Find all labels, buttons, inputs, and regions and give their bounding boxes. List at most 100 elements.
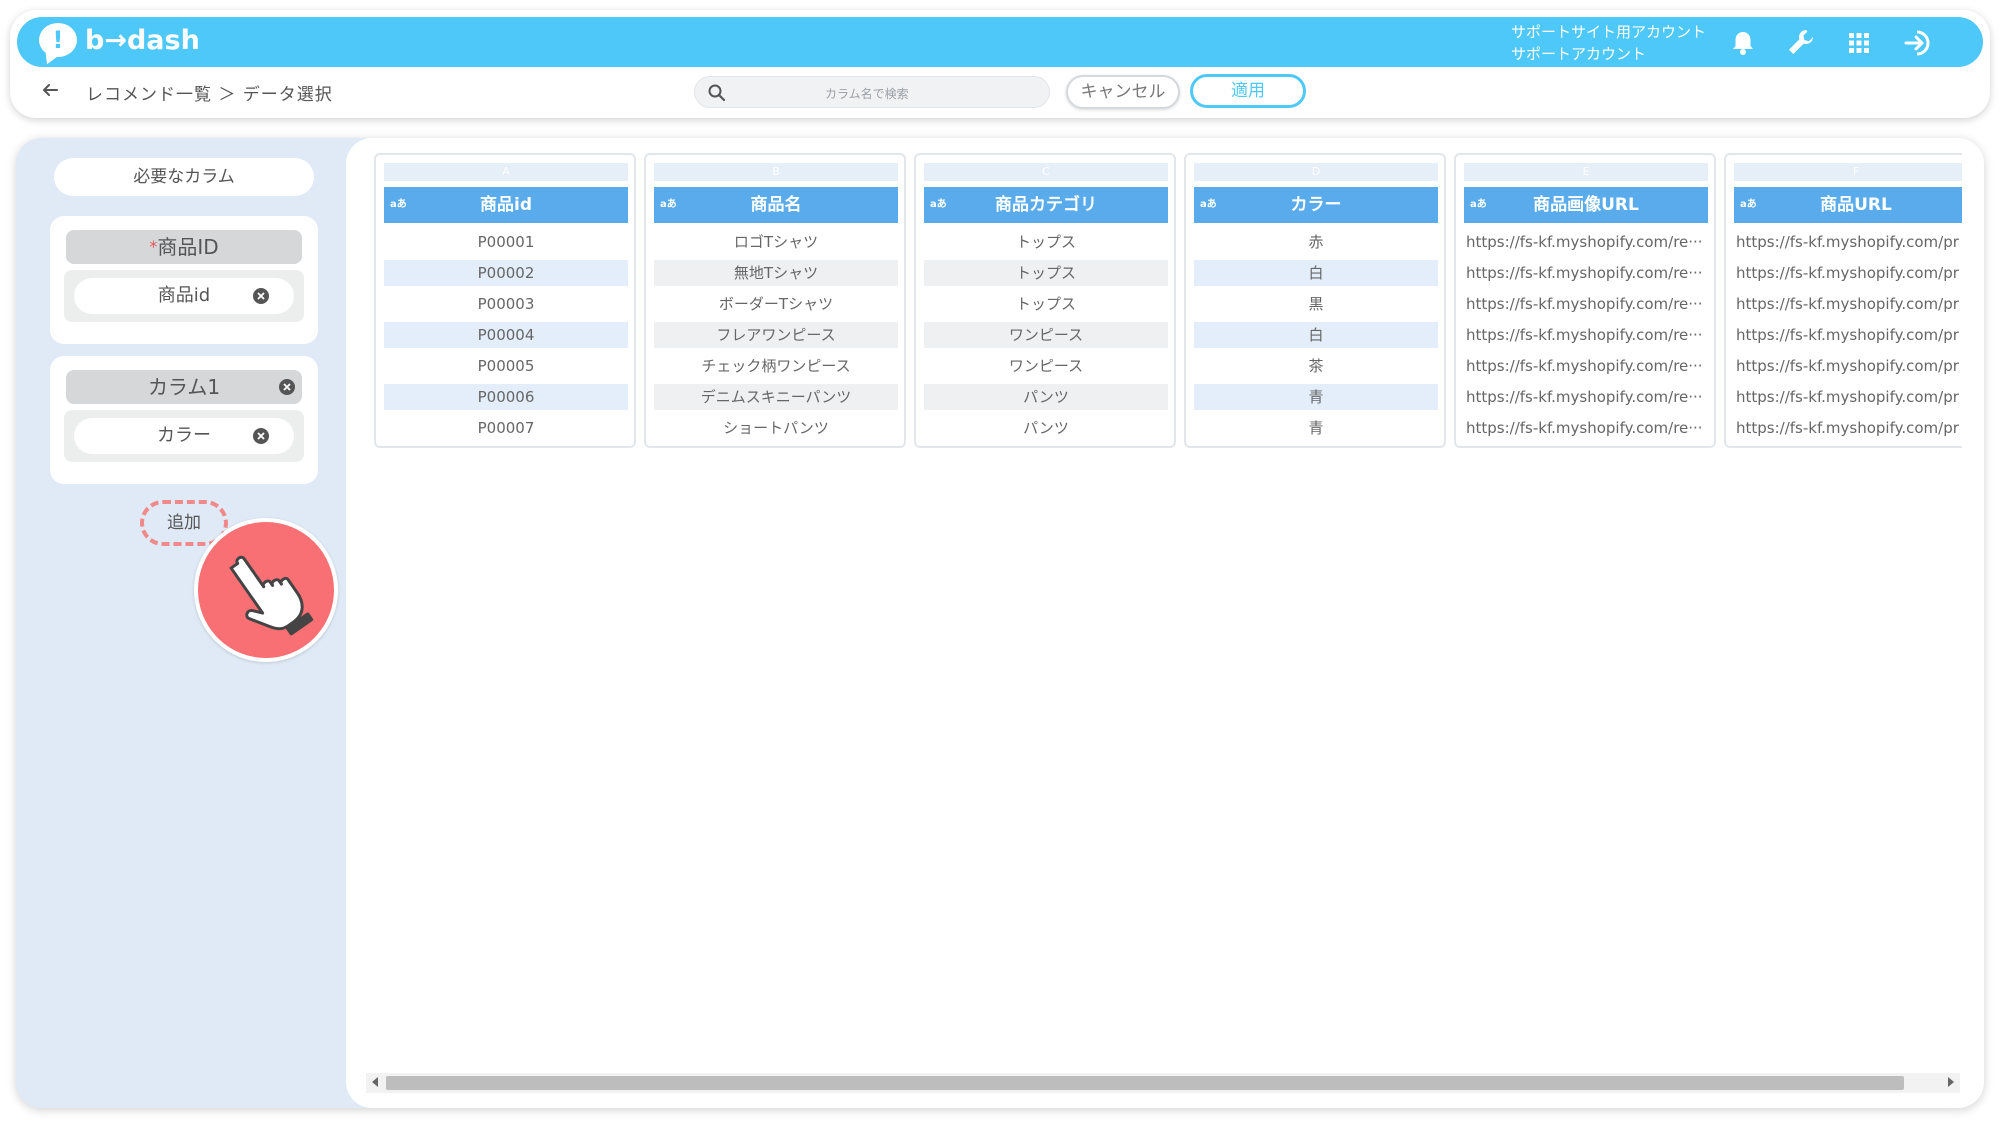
text-type-icon: aあ (1470, 199, 1487, 210)
column-header-label: 商品名 (750, 195, 802, 215)
table-cell: 茶 (1308, 357, 1324, 375)
pointer-hand-icon (194, 518, 338, 662)
column-header-label: 商品画像URL (1533, 195, 1639, 215)
scroll-left-arrow[interactable] (372, 1077, 378, 1087)
apply-button[interactable]: 適用 (1190, 74, 1306, 108)
column-header[interactable]: aあ 商品カテゴリ (924, 187, 1168, 223)
table-cell: トップス (1015, 233, 1076, 251)
data-column[interactable]: Eaあ 商品画像URL https://fs-kf.myshopify.com/re… (1454, 153, 1716, 448)
column-header-label: 商品カテゴリ (995, 195, 1097, 215)
text-type-icon: aあ (1740, 199, 1757, 210)
table-cell: 白 (1194, 260, 1438, 286)
table-cell: P00001 (477, 233, 535, 251)
column-letter: D (1194, 163, 1438, 181)
column-header[interactable]: aあ 商品画像URL (1464, 187, 1708, 223)
table-cell: https://fs-kf.myshopify.com/pr (1736, 388, 1959, 406)
column-header-label: カラー (1290, 195, 1342, 215)
text-type-icon: aあ (1200, 199, 1217, 210)
table-cell: https://fs-kf.myshopify.com/pr (1736, 419, 1959, 437)
scroll-right-arrow[interactable] (1948, 1077, 1954, 1087)
logout-icon[interactable] (1903, 27, 1935, 59)
table-cell: トップス (1015, 295, 1076, 313)
scroll-thumb[interactable] (386, 1076, 1904, 1090)
data-column[interactable]: Faあ 商品URL https://fs-kf.myshopify.com/pr ht… (1724, 153, 1962, 448)
data-column[interactable]: Aaあ 商品id P00001 P00002 P00003 P00004 P00005 P00… (374, 153, 636, 448)
table-cell: https://fs-kf.myshopify.com/re··· (1466, 295, 1703, 313)
field-label-product-id: *商品ID (66, 230, 302, 264)
table-cell: https://fs-kf.myshopify.com/pr (1736, 326, 1959, 344)
table-cell: デニムスキニーパンツ (654, 384, 898, 410)
table-cell: ボーダーTシャツ (718, 295, 834, 313)
back-arrow-icon[interactable] (40, 80, 60, 100)
column-header[interactable]: aあ 商品id (384, 187, 628, 223)
horizontal-scrollbar[interactable] (366, 1073, 1960, 1093)
logo-text: b→dash (85, 24, 200, 56)
table-cell: P00005 (477, 357, 535, 375)
remove-field-icon[interactable] (278, 378, 296, 396)
table-cell: https://fs-kf.myshopify.com/re··· (1466, 233, 1703, 251)
text-type-icon: aあ (930, 199, 947, 210)
table-cell: https://fs-kf.myshopify.com/pr (1736, 295, 1959, 313)
table-cell: トップス (924, 260, 1168, 286)
table-cell: 青 (1194, 384, 1438, 410)
table-cell: P00004 (384, 322, 628, 348)
bell-icon[interactable] (1727, 27, 1759, 59)
column-letter: C (924, 163, 1168, 181)
table-cell: ショートパンツ (723, 419, 829, 437)
data-column[interactable]: Daあ カラー赤白黒白茶青青 (1184, 153, 1446, 448)
wrench-icon[interactable] (1785, 27, 1817, 59)
search-icon (708, 84, 726, 102)
remove-icon[interactable] (252, 427, 270, 445)
search-placeholder: カラム名で検索 (825, 87, 909, 101)
logo[interactable]: ! b→dash (39, 23, 200, 57)
table-cell: 赤 (1308, 233, 1324, 251)
data-column[interactable]: Baあ 商品名ロゴTシャツ無地TシャツボーダーTシャツフレアワンピースチェック柄ワ… (644, 153, 906, 448)
column-header[interactable]: aあ カラー (1194, 187, 1438, 223)
account-info[interactable]: サポートサイト用アカウント サポートアカウント (1511, 21, 1706, 65)
field-value-slot: 商品id (64, 270, 304, 322)
column-header[interactable]: aあ 商品URL (1734, 187, 1962, 223)
column-letter: B (654, 163, 898, 181)
field-label-column1: カラム1 (66, 370, 302, 404)
text-type-icon: aあ (390, 199, 407, 210)
required-columns-title: 必要なカラム (54, 158, 314, 196)
table-cell: 無地Tシャツ (654, 260, 898, 286)
remove-icon[interactable] (252, 287, 270, 305)
table-cell: https://fs-kf.myshopify.com/re··· (1466, 357, 1703, 375)
grid-icon[interactable] (1843, 27, 1875, 59)
table-cell: P00007 (477, 419, 535, 437)
data-column[interactable]: Caあ 商品カテゴリ トップス トップス トップス ワンピース ワンピース パンツ パンツ (914, 153, 1176, 448)
table-cell: https://fs-kf.myshopify.com/re··· (1466, 326, 1703, 344)
column-header-label: 商品URL (1820, 195, 1892, 215)
column-table: Aaあ 商品id P00001 P00002 P00003 P00004 P00005 P00… (374, 153, 1962, 449)
text-type-icon: aあ (660, 199, 677, 210)
field-card-product-id: *商品ID 商品id (50, 216, 318, 344)
table-cell: P00006 (384, 384, 628, 410)
cancel-button[interactable]: キャンセル (1066, 75, 1180, 109)
toolbar: レコメンド一覧 ＞ データ選択 カラム名で検索 キャンセル 適用 (10, 74, 1990, 114)
column-header[interactable]: aあ 商品名 (654, 187, 898, 223)
account-line1: サポートサイト用アカウント (1511, 23, 1707, 41)
table-cell: フレアワンピース (654, 322, 898, 348)
table-cell: パンツ (1023, 419, 1069, 437)
table-cell: ロゴTシャツ (733, 233, 819, 251)
table-cell: 白 (1194, 322, 1438, 348)
search-input[interactable]: カラム名で検索 (694, 76, 1050, 108)
table-cell: 黒 (1308, 295, 1324, 313)
field-card-column1: カラム1 カラー (50, 356, 318, 484)
table-cell: https://fs-kf.myshopify.com/re··· (1466, 264, 1703, 282)
table-cell: P00003 (477, 295, 535, 313)
table-cell: https://fs-kf.myshopify.com/re··· (1466, 419, 1703, 437)
table-cell: ワンピース (924, 322, 1168, 348)
table-cell: ワンピース (1008, 357, 1084, 375)
table-cell: https://fs-kf.myshopify.com/pr (1736, 357, 1959, 375)
column-letter: A (384, 163, 628, 181)
table-cell: P00002 (384, 260, 628, 286)
account-line2: サポートアカウント (1511, 45, 1647, 63)
field-value-slot: カラー (64, 410, 304, 462)
table-cell: チェック柄ワンピース (701, 357, 851, 375)
table-cell: 青 (1308, 419, 1324, 437)
breadcrumb[interactable]: レコメンド一覧 ＞ データ選択 (86, 80, 333, 105)
column-header-label: 商品id (480, 195, 532, 215)
table-cell: https://fs-kf.myshopify.com/pr (1736, 233, 1959, 251)
